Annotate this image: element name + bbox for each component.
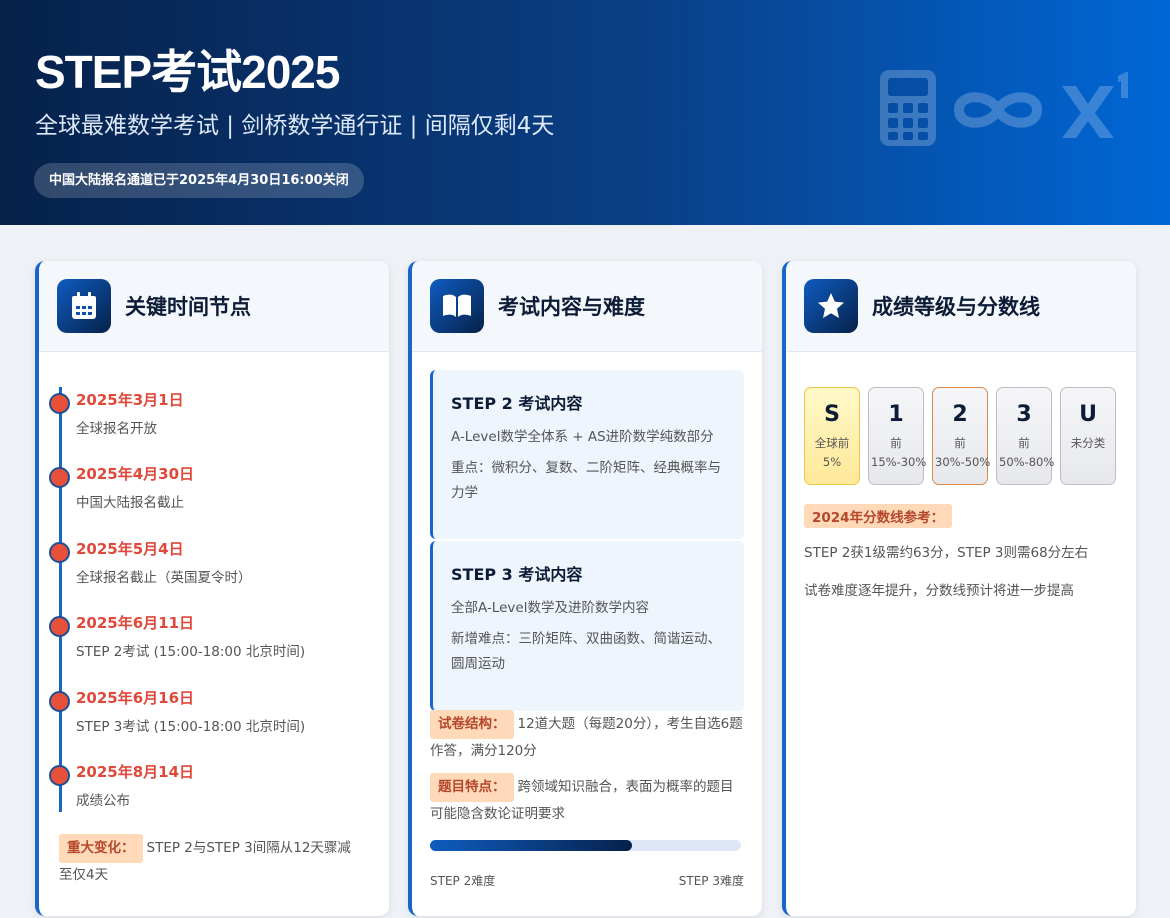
step3-line1: 全部A-Level数学及进阶数学内容	[451, 600, 649, 616]
grade-3: 3 前50%-80%	[996, 387, 1055, 485]
feature-tag: 题目特点：	[430, 773, 514, 802]
step2-title: STEP 2 考试内容	[451, 394, 583, 413]
timeline-desc: 全球报名截止（英国夏令时）	[76, 570, 252, 586]
grade-letter: U	[1079, 402, 1097, 427]
step3-title: STEP 3 考试内容	[451, 565, 583, 584]
timeline-desc: STEP 2考试 (15:00-18:00 北京时间)	[76, 644, 306, 660]
structure-tag: 试卷结构：	[430, 710, 514, 739]
star-icon	[804, 279, 858, 333]
card-header: 关键时间节点	[39, 261, 389, 352]
step3-box: STEP 3 考试内容 全部A-Level数学及进阶数学内容 新增难点：三阶矩阵…	[430, 541, 744, 711]
bar-left-label: STEP 2难度	[430, 874, 496, 888]
grade-2: 2 前30%-50%	[932, 387, 991, 485]
note-tag: 重大变化：	[59, 834, 143, 863]
page-title: STEP考试2025	[35, 46, 340, 98]
ref-tag: 2024年分数线参考：	[804, 504, 953, 528]
card-header: 成绩等级与分数线	[786, 261, 1136, 352]
ref-line2: 试卷难度逐年提升，分数线预计将进一步提高	[804, 583, 1074, 599]
book-icon	[430, 279, 484, 333]
difficulty-bar	[430, 840, 741, 851]
step2-line2: 重点：微积分、复数、二阶矩阵、经典概率与力学	[451, 460, 721, 501]
card-title: 考试内容与难度	[498, 294, 645, 319]
card-title: 成绩等级与分数线	[872, 294, 1040, 319]
grade-desc: 前15%-30%	[871, 436, 927, 469]
timeline: 2025年3月1日 全球报名开放 2025年4月30日 中国大陆报名截止 202…	[49, 387, 382, 812]
bar-right-label: STEP 3难度	[678, 874, 744, 888]
grade-desc: 前30%-50%	[935, 436, 991, 469]
page-subtitle: 全球最难数学考试 | 剑桥数学通行证 | 间隔仅剩4天	[35, 113, 555, 139]
grade-letter: 1	[888, 402, 904, 427]
superscript-icon	[1062, 72, 1128, 138]
timeline-dot	[49, 393, 70, 414]
change-note: 重大变化： STEP 2与STEP 3间隔从12天骤减至仅4天	[59, 834, 364, 888]
timeline-date: 2025年8月14日	[76, 763, 195, 781]
infinity-icon	[953, 92, 1043, 128]
grade-letter: 3	[1016, 402, 1032, 427]
grade-desc: 前50%-80%	[999, 436, 1055, 469]
difficulty-bar-fill	[430, 840, 633, 851]
timeline-desc: 全球报名开放	[76, 421, 157, 437]
timeline-desc: STEP 3考试 (15:00-18:00 北京时间)	[76, 719, 306, 735]
ref-tag-wrap: 2024年分数线参考：	[804, 504, 956, 528]
grade-u: U 未分类	[1060, 387, 1116, 485]
card-header: 考试内容与难度	[412, 261, 762, 352]
feature-note: 题目特点： 跨领域知识融合，表面为概率的题目可能隐含数论证明要求	[430, 773, 745, 827]
calendar-icon	[57, 279, 111, 333]
grade-desc: 未分类	[1070, 436, 1106, 450]
grade-desc: 全球前5%	[814, 436, 850, 469]
timeline-dot	[49, 467, 70, 488]
timeline-desc: 成绩公布	[76, 793, 130, 809]
timeline-date: 2025年5月4日	[76, 540, 184, 558]
page-header: STEP考试2025 全球最难数学考试 | 剑桥数学通行证 | 间隔仅剩4天 中…	[0, 0, 1170, 225]
grade-letter: 2	[952, 402, 968, 427]
grade-letter: S	[824, 402, 840, 427]
card-title: 关键时间节点	[125, 294, 251, 319]
step2-line1: A-Level数学全体系 + AS进阶数学纯数部分	[451, 429, 714, 445]
timeline-desc: 中国大陆报名截止	[76, 495, 184, 511]
timeline-date: 2025年3月1日	[76, 391, 184, 409]
step3-line2: 新增难点：三阶矩阵、双曲函数、简谐运动、圆周运动	[451, 631, 721, 672]
calculator-icon	[880, 70, 936, 146]
grade-card: 成绩等级与分数线 S 全球前5% 1 前15%-30% 2 前30%-50% 3…	[782, 261, 1136, 916]
step2-box: STEP 2 考试内容 A-Level数学全体系 + AS进阶数学纯数部分 重点…	[430, 370, 744, 539]
timeline-card: 关键时间节点 2025年3月1日 全球报名开放 2025年4月30日 中国大陆报…	[35, 261, 389, 916]
ref-line1: STEP 2获1级需约63分，STEP 3则需68分左右	[804, 545, 1089, 561]
grade-1: 1 前15%-30%	[868, 387, 927, 485]
grade-s: S 全球前5%	[804, 387, 860, 485]
timeline-date: 2025年4月30日	[76, 465, 195, 483]
timeline-date: 2025年6月16日	[76, 689, 195, 707]
timeline-dot	[49, 616, 70, 637]
timeline-dot	[49, 765, 70, 786]
status-badge: 中国大陆报名通道已于2025年4月30日16:00关闭	[34, 163, 364, 198]
content-card: 考试内容与难度 STEP 2 考试内容 A-Level数学全体系 + AS进阶数…	[408, 261, 762, 916]
structure-note: 试卷结构： 12道大题（每题20分），考生自选6题作答，满分120分	[430, 710, 745, 764]
timeline-date: 2025年6月11日	[76, 614, 195, 632]
timeline-dot	[49, 691, 70, 712]
timeline-dot	[49, 542, 70, 563]
